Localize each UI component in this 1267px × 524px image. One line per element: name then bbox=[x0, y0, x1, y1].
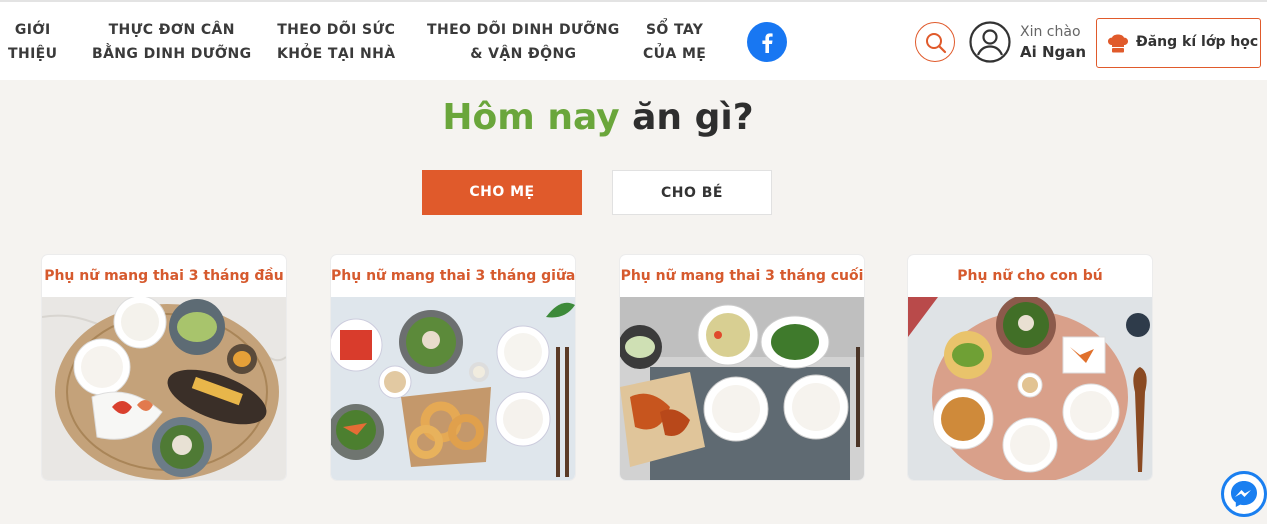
nav-label-line1: SỔ TAY bbox=[645, 22, 704, 38]
nav-so-tay[interactable]: SỔ TAY CỦA MẸ bbox=[643, 18, 706, 66]
card-title: Phụ nữ mang thai 3 tháng đầu bbox=[44, 268, 284, 284]
card-title: Phụ nữ mang thai 3 tháng cuối bbox=[620, 268, 864, 284]
greeting-text: Xin chào bbox=[1020, 24, 1081, 40]
nav-theo-doi-dinh-duong[interactable]: THEO DÕI DINH DƯỠNG & VẬN ĐỘNG bbox=[427, 18, 620, 66]
facebook-icon[interactable] bbox=[747, 22, 787, 62]
nav-label-line1: GIỚI bbox=[14, 22, 51, 38]
meal-photo bbox=[908, 297, 1152, 480]
search-button[interactable] bbox=[915, 22, 955, 62]
nav-label-line2: KHỎE TẠI NHÀ bbox=[277, 46, 396, 62]
meal-photo bbox=[331, 297, 575, 480]
meal-card-3[interactable]: Phụ nữ mang thai 3 tháng cuối bbox=[620, 255, 864, 480]
meal-card-4[interactable]: Phụ nữ cho con bú bbox=[908, 255, 1152, 480]
messenger-chat-button[interactable] bbox=[1221, 471, 1267, 517]
site-header: GIỚI THIỆU THỰC ĐƠN CÂN BẰNG DINH DƯỠNG … bbox=[0, 2, 1267, 80]
register-label: Đăng kí lớp học bbox=[1136, 34, 1259, 50]
nav-thuc-don[interactable]: THỰC ĐƠN CÂN BẰNG DINH DƯỠNG bbox=[92, 18, 251, 66]
meal-photo bbox=[620, 297, 864, 480]
meal-card-2[interactable]: Phụ nữ mang thai 3 tháng giữa bbox=[331, 255, 575, 480]
nav-gioi-thieu[interactable]: GIỚI THIỆU bbox=[8, 18, 57, 66]
user-avatar-icon[interactable] bbox=[969, 21, 1011, 63]
nav-label-line2: CỦA MẸ bbox=[643, 46, 707, 62]
nav-label-line2: & VẬN ĐỘNG bbox=[470, 46, 577, 62]
nav-label-line1: THEO DÕI SỨC bbox=[277, 22, 396, 38]
register-class-button[interactable]: Đăng kí lớp học bbox=[1096, 18, 1261, 68]
nav-label-line1: THỰC ĐƠN CÂN bbox=[108, 22, 235, 38]
page-title: Hôm nay ăn gì? bbox=[0, 96, 1196, 140]
nav-label-line2: BẰNG DINH DƯỠNG bbox=[92, 46, 252, 62]
messenger-icon bbox=[1231, 481, 1257, 507]
title-green-part: Hôm nay bbox=[442, 97, 620, 138]
nav-label-line2: THIỆU bbox=[8, 46, 58, 62]
card-title: Phụ nữ mang thai 3 tháng giữa bbox=[331, 268, 575, 284]
tab-cho-me[interactable]: CHO MẸ bbox=[422, 170, 582, 215]
chef-hat-icon bbox=[1108, 34, 1128, 53]
meal-photo bbox=[42, 297, 286, 480]
title-dark-part: ăn gì? bbox=[632, 97, 754, 138]
nav-theo-doi-suc-khoe[interactable]: THEO DÕI SỨC KHỎE TẠI NHÀ bbox=[277, 18, 395, 66]
user-name: Ai Ngan bbox=[1020, 43, 1087, 61]
user-greeting[interactable]: Xin chào Ai Ngan bbox=[1020, 22, 1086, 62]
nav-label-line1: THEO DÕI DINH DƯỠNG bbox=[427, 22, 620, 38]
card-title: Phụ nữ cho con bú bbox=[957, 268, 1103, 284]
meal-card-1[interactable]: Phụ nữ mang thai 3 tháng đầu bbox=[42, 255, 286, 480]
search-icon bbox=[926, 33, 947, 54]
tab-cho-be[interactable]: CHO BÉ bbox=[612, 170, 772, 215]
